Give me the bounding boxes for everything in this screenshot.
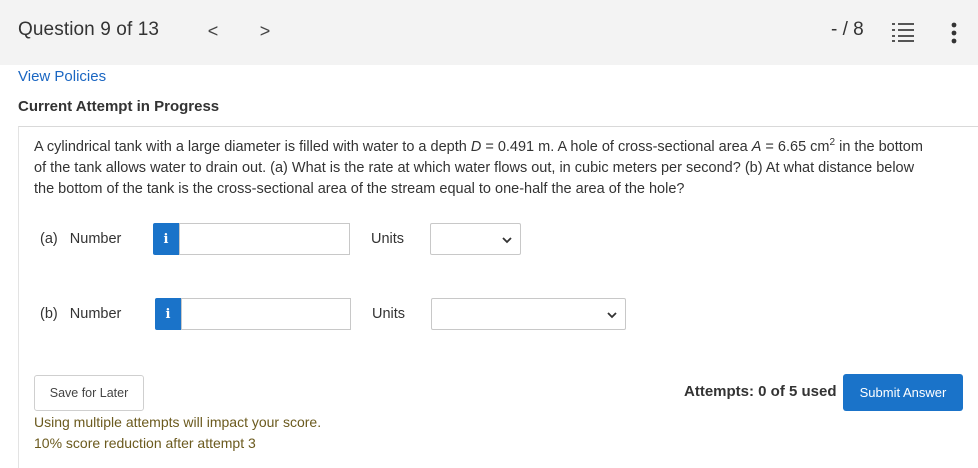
- submit-answer-button[interactable]: Submit Answer: [843, 374, 963, 411]
- part-b-label: (b) Number: [40, 306, 122, 322]
- more-vertical-icon[interactable]: [944, 20, 964, 46]
- part-b-units-select[interactable]: [431, 298, 626, 330]
- part-a-number-input[interactable]: [179, 223, 350, 255]
- info-icon[interactable]: i: [153, 223, 179, 255]
- previous-question-button[interactable]: <: [200, 17, 226, 45]
- score-display: - / 8: [831, 19, 864, 40]
- question-position: Question 9 of 13: [18, 19, 160, 40]
- attempts-warning: Using multiple attempts will impact your…: [34, 414, 322, 430]
- part-b-units-label: Units: [372, 306, 406, 322]
- next-question-button[interactable]: >: [252, 17, 278, 45]
- attempts-counter: Attempts: 0 of 5 used: [684, 383, 837, 400]
- attempt-heading: Current Attempt in Progress: [18, 98, 220, 115]
- save-for-later-button[interactable]: Save for Later: [34, 375, 144, 411]
- chevron-down-icon: [607, 312, 617, 319]
- score-reduction-note: 10% score reduction after attempt 3: [34, 435, 256, 451]
- question-text: A cylindrical tank with a large diameter…: [34, 137, 923, 197]
- part-a-label: (a) Number: [40, 231, 122, 247]
- chevron-down-icon: [502, 237, 512, 244]
- top-bar: Question 9 of 13 < > - / 8: [0, 0, 978, 65]
- part-a-units-label: Units: [371, 231, 405, 247]
- part-b-number-input[interactable]: [181, 298, 351, 330]
- view-policies-link[interactable]: View Policies: [18, 68, 106, 85]
- part-a-units-select[interactable]: [430, 223, 521, 255]
- info-icon[interactable]: i: [155, 298, 181, 330]
- list-icon[interactable]: [892, 21, 916, 43]
